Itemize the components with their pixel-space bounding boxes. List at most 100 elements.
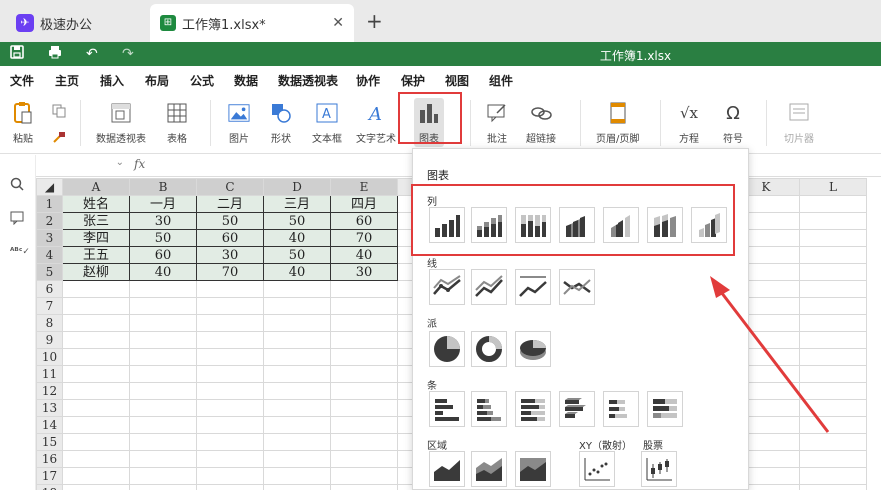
cell[interactable]: [196, 467, 264, 485]
column-chart-type-2-icon[interactable]: [471, 207, 507, 243]
cell[interactable]: [330, 433, 398, 451]
cell[interactable]: [799, 399, 867, 417]
document-tab[interactable]: ⊞ 工作簿1.xlsx* ✕: [150, 4, 354, 42]
bar-chart-type-1-icon[interactable]: [429, 391, 465, 427]
equation-button[interactable]: √x 方程: [678, 102, 700, 145]
column-chart-type-6-icon[interactable]: [647, 207, 683, 243]
cell[interactable]: 赵柳: [62, 263, 130, 281]
cell[interactable]: 一月: [129, 195, 197, 213]
shape-button[interactable]: 形状: [270, 102, 292, 145]
cell[interactable]: [129, 467, 197, 485]
row-header[interactable]: 10: [36, 348, 63, 366]
cell[interactable]: 40: [263, 263, 331, 281]
cell[interactable]: [196, 297, 264, 315]
cell[interactable]: [129, 280, 197, 298]
cell[interactable]: [263, 484, 331, 490]
cell[interactable]: [263, 467, 331, 485]
comment-button[interactable]: 批注: [486, 102, 508, 145]
cell[interactable]: [330, 314, 398, 332]
menu-data[interactable]: 数据: [234, 72, 258, 89]
column-chart-type-1-icon[interactable]: [429, 207, 465, 243]
cell[interactable]: [62, 297, 130, 315]
cell[interactable]: [263, 297, 331, 315]
bar-chart-type-6-icon[interactable]: [647, 391, 683, 427]
cell[interactable]: 王五: [62, 246, 130, 264]
cell[interactable]: [330, 484, 398, 490]
cell[interactable]: [62, 450, 130, 468]
cell[interactable]: [330, 399, 398, 417]
cell[interactable]: 70: [330, 229, 398, 247]
area-chart-type-1-icon[interactable]: [429, 451, 465, 487]
cell[interactable]: [330, 365, 398, 383]
menu-pivot-table[interactable]: 数据透视表: [278, 72, 338, 89]
row-header[interactable]: 16: [36, 450, 63, 468]
picture-button[interactable]: 图片: [228, 102, 250, 145]
bar-chart-type-2-icon[interactable]: [471, 391, 507, 427]
cell[interactable]: [196, 484, 264, 490]
cell[interactable]: [129, 433, 197, 451]
row-header[interactable]: 7: [36, 297, 63, 315]
pie-chart-type-1-icon[interactable]: [429, 331, 465, 367]
cell[interactable]: [62, 348, 130, 366]
cell[interactable]: [129, 484, 197, 490]
pie-chart-type-2-icon[interactable]: [471, 331, 507, 367]
column-header[interactable]: C: [196, 178, 264, 196]
row-header[interactable]: 8: [36, 314, 63, 332]
cell[interactable]: [330, 450, 398, 468]
area-chart-type-2-icon[interactable]: [471, 451, 507, 487]
column-header[interactable]: A: [62, 178, 130, 196]
close-tab-icon[interactable]: ✕: [332, 15, 344, 31]
cell[interactable]: [62, 433, 130, 451]
menu-insert[interactable]: 插入: [100, 72, 125, 94]
cell[interactable]: [129, 416, 197, 434]
cell[interactable]: 60: [196, 229, 264, 247]
cell[interactable]: 三月: [263, 195, 331, 213]
row-header[interactable]: 9: [36, 331, 63, 349]
cell[interactable]: [330, 382, 398, 400]
cell[interactable]: [263, 331, 331, 349]
column-chart-type-4-icon[interactable]: [559, 207, 595, 243]
cell[interactable]: 二月: [196, 195, 264, 213]
name-box[interactable]: ⌄: [36, 157, 128, 175]
column-chart-type-7-icon[interactable]: [691, 207, 727, 243]
cell[interactable]: [62, 331, 130, 349]
cell[interactable]: [799, 280, 867, 298]
cell[interactable]: [196, 331, 264, 349]
cell[interactable]: [196, 348, 264, 366]
cell[interactable]: [263, 433, 331, 451]
pie-chart-type-3-icon[interactable]: [515, 331, 551, 367]
app-tab[interactable]: ✈ 极速办公: [6, 4, 148, 42]
menu-view[interactable]: 视图: [445, 72, 469, 89]
row-header[interactable]: 3: [36, 229, 63, 247]
hyperlink-button[interactable]: 超链接: [526, 102, 556, 145]
cell[interactable]: [196, 450, 264, 468]
cell[interactable]: [330, 348, 398, 366]
menu-home[interactable]: 主页: [55, 72, 79, 89]
cell[interactable]: 40: [129, 263, 197, 281]
cell[interactable]: [799, 331, 867, 349]
menu-layout[interactable]: 布局: [145, 72, 169, 89]
select-all-corner[interactable]: ◢: [36, 178, 63, 196]
cell[interactable]: [330, 467, 398, 485]
row-header[interactable]: 5: [36, 263, 63, 281]
cell[interactable]: [196, 433, 264, 451]
column-header[interactable]: D: [263, 178, 331, 196]
paste-button[interactable]: 粘贴: [12, 102, 34, 145]
cell[interactable]: [799, 263, 867, 281]
column-header[interactable]: L: [799, 178, 867, 196]
cell[interactable]: [263, 280, 331, 298]
column-chart-type-3-icon[interactable]: [515, 207, 551, 243]
row-header[interactable]: 13: [36, 399, 63, 417]
row-header[interactable]: 6: [36, 280, 63, 298]
cell[interactable]: 40: [263, 229, 331, 247]
pivot-table-button[interactable]: 数据透视表: [96, 102, 146, 145]
copy-icon[interactable]: [52, 104, 66, 118]
cell[interactable]: [799, 433, 867, 451]
line-chart-type-4-icon[interactable]: [559, 269, 595, 305]
menu-file[interactable]: 文件: [10, 72, 34, 89]
cell[interactable]: [263, 399, 331, 417]
row-header[interactable]: 11: [36, 365, 63, 383]
cell[interactable]: 李四: [62, 229, 130, 247]
cell[interactable]: [196, 365, 264, 383]
cell[interactable]: [330, 416, 398, 434]
